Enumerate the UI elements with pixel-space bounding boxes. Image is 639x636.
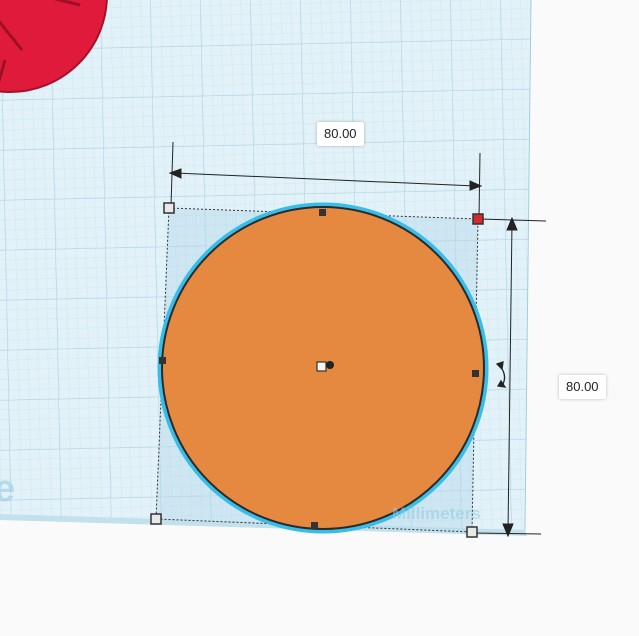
side-handle-top[interactable] — [319, 209, 326, 216]
corner-handle-bottom-right[interactable] — [466, 526, 478, 538]
workplane-view[interactable] — [0, 0, 639, 636]
corner-handle-bottom-left[interactable] — [150, 513, 162, 525]
width-dimension-label[interactable]: 80.00 — [317, 122, 364, 146]
length-dimension-label[interactable]: 80.00 — [559, 375, 606, 399]
side-handle-right[interactable] — [472, 370, 479, 377]
side-handle-left[interactable] — [159, 357, 166, 364]
side-handle-bottom[interactable] — [311, 522, 318, 529]
units-watermark: Millimeters — [392, 504, 481, 523]
brand-watermark: e — [0, 468, 16, 510]
corner-handle-top-left[interactable] — [163, 202, 175, 214]
corner-handle-top-right[interactable] — [472, 213, 484, 225]
